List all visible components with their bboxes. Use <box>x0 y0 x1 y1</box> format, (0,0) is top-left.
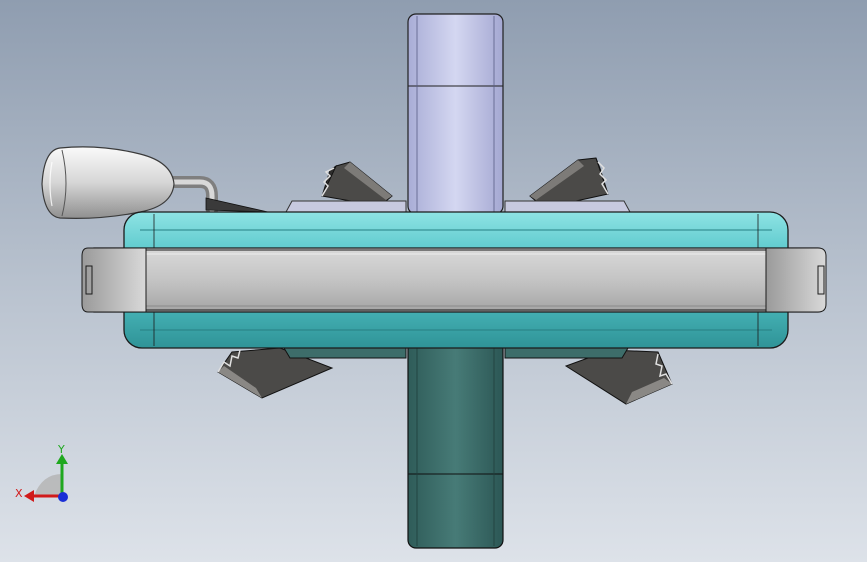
x-axis-arrowhead <box>24 490 34 502</box>
jaw-upper-left[interactable] <box>321 161 393 207</box>
crank-handle[interactable] <box>41 146 269 219</box>
band-end-left[interactable] <box>81 247 147 313</box>
orientation-triad: Y X <box>12 440 82 510</box>
band-end-right[interactable] <box>765 247 827 313</box>
lower-post[interactable] <box>407 339 504 549</box>
cad-viewport[interactable]: Y X <box>0 0 867 562</box>
triad-plane <box>34 474 62 496</box>
y-axis-label: Y <box>58 443 65 456</box>
grey-band[interactable] <box>87 247 825 313</box>
z-axis-dot <box>58 492 68 502</box>
x-axis-label: X <box>15 487 23 500</box>
upper-post[interactable] <box>407 13 504 215</box>
assembly-model[interactable] <box>0 0 867 562</box>
